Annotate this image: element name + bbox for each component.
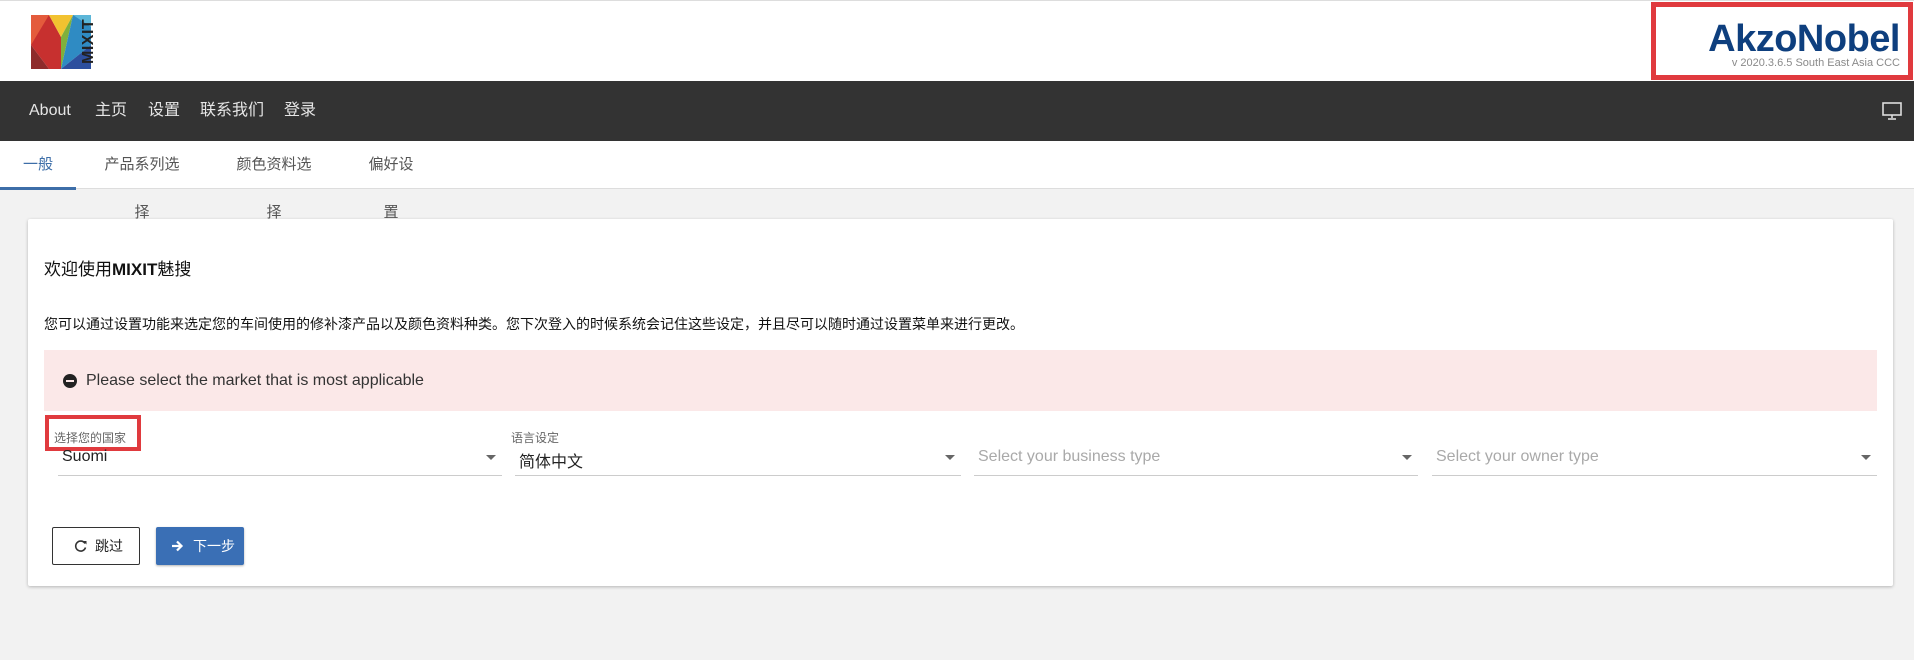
title-suffix: 魅搜 — [157, 260, 192, 279]
owner-type-select[interactable]: Select your owner type — [1432, 442, 1877, 476]
next-button[interactable]: 下一步 — [156, 527, 244, 565]
chevron-down-icon — [486, 455, 496, 460]
language-value: 简体中文 — [519, 454, 584, 471]
tab-color-data[interactable]: 颜色资料选择 — [231, 141, 317, 221]
title-prefix: 欢迎使用 — [44, 260, 112, 279]
tab-preferences[interactable]: 偏好设置 — [362, 141, 420, 221]
arrow-right-icon — [172, 540, 184, 552]
page-title: 欢迎使用MIXIT魅搜 — [44, 255, 191, 280]
chevron-down-icon — [1402, 455, 1412, 460]
nav-item-contact[interactable]: 联系我们 — [200, 81, 264, 141]
business-type-placeholder: Select your business type — [978, 448, 1161, 465]
skip-label: 跳过 — [95, 538, 123, 554]
app-header: MIXIT AkzoNobel v 2020.3.6.5 South East … — [0, 0, 1914, 81]
mixit-logo-text: MIXIT — [80, 18, 97, 64]
chevron-down-icon — [945, 455, 955, 460]
nav-item-home[interactable]: 主页 — [95, 81, 127, 141]
chevron-down-icon — [1861, 455, 1871, 460]
nav-item-login[interactable]: 登录 — [284, 81, 316, 141]
brand-name: AkzoNobel — [1708, 18, 1900, 60]
alert-message: Please select the market that is most ap… — [86, 372, 424, 389]
tab-general[interactable]: 一般 — [0, 141, 76, 190]
nav-item-about[interactable]: About — [29, 81, 71, 141]
title-brand: MIXIT — [112, 260, 158, 279]
settings-tabs: 一般 产品系列选择 颜色资料选择 偏好设置 — [0, 141, 1914, 221]
app-version: v 2020.3.6.5 South East Asia CCC — [1731, 57, 1900, 69]
refresh-icon — [74, 540, 87, 552]
country-value: Suomi — [62, 448, 108, 465]
monitor-icon[interactable] — [1882, 102, 1902, 120]
main-navbar: About 主页 设置 联系我们 登录 — [0, 81, 1914, 141]
welcome-card: 欢迎使用MIXIT魅搜 您可以通过设置功能来选定您的车间使用的修补漆产品以及颜色… — [28, 219, 1893, 586]
tab-product-series[interactable]: 产品系列选择 — [99, 141, 185, 221]
next-label: 下一步 — [193, 538, 235, 554]
language-select[interactable]: 简体中文 — [515, 442, 961, 476]
market-alert: Please select the market that is most ap… — [44, 350, 1877, 411]
business-type-select[interactable]: Select your business type — [974, 442, 1418, 476]
country-select[interactable]: Suomi — [58, 442, 502, 476]
intro-text: 您可以通过设置功能来选定您的车间使用的修补漆产品以及颜色资料种类。您下次登入的时… — [44, 316, 1024, 332]
skip-button[interactable]: 跳过 — [52, 527, 140, 565]
owner-type-placeholder: Select your owner type — [1436, 448, 1599, 465]
minus-circle-icon — [63, 374, 77, 388]
nav-item-settings[interactable]: 设置 — [148, 81, 180, 141]
akzonobel-brand: AkzoNobel v 2020.3.6.5 South East Asia C… — [1651, 2, 1913, 80]
